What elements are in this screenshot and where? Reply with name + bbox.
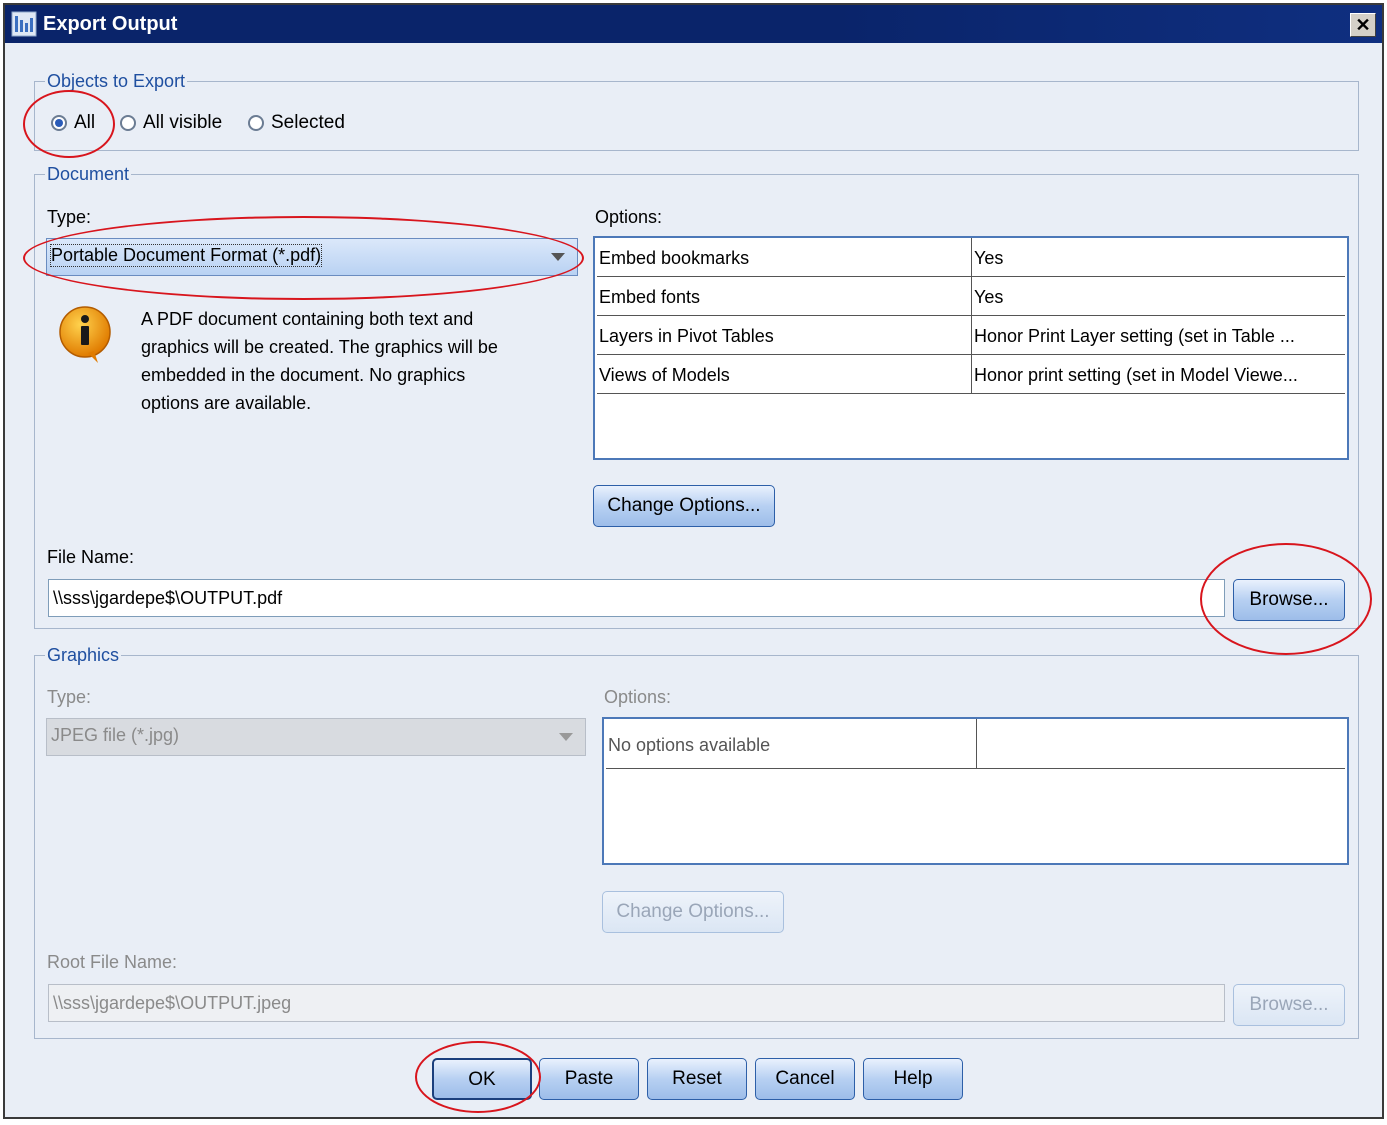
- table-row: No options available: [606, 719, 1345, 769]
- option-name-cell: No options available: [608, 735, 771, 755]
- option-name-cell: Layers in Pivot Tables: [599, 326, 774, 346]
- chevron-down-icon: [551, 253, 565, 261]
- document-browse-button[interactable]: Browse...: [1233, 579, 1345, 621]
- table-row[interactable]: Embed fonts Yes: [597, 277, 1345, 316]
- export-output-dialog: Export Output ✕ Objects to Export All Al…: [3, 3, 1384, 1119]
- document-options-table: Embed bookmarks Yes Embed fonts Yes Laye…: [593, 236, 1349, 460]
- window-title: Export Output: [43, 13, 178, 35]
- graphics-change-options-button[interactable]: Change Options...: [602, 891, 784, 933]
- radio-selected[interactable]: Selected: [248, 112, 345, 134]
- document-type-select[interactable]: Portable Document Format (*.pdf): [46, 238, 578, 276]
- document-legend: Document: [45, 164, 132, 184]
- ok-button[interactable]: OK: [432, 1058, 532, 1100]
- radio-all-visible-indicator[interactable]: [120, 115, 136, 131]
- app-icon: [11, 11, 37, 37]
- document-type-label: Type:: [47, 207, 92, 227]
- title-bar[interactable]: Export Output ✕: [5, 5, 1382, 43]
- document-options-label: Options:: [595, 207, 663, 227]
- table-row[interactable]: Views of Models Honor print setting (set…: [597, 355, 1345, 394]
- graphics-type-select[interactable]: JPEG file (*.jpg): [46, 718, 586, 756]
- info-icon: [59, 306, 111, 363]
- option-value-cell[interactable]: Honor Print Layer setting (set in Table …: [971, 316, 1345, 355]
- objects-to-export-group: Objects to Export: [34, 71, 1359, 151]
- chevron-down-icon: [559, 733, 573, 741]
- graphics-type-value: JPEG file (*.jpg): [51, 725, 180, 745]
- graphics-options-table: No options available: [602, 717, 1349, 865]
- root-file-name-field[interactable]: \\sss\jgardepe$\OUTPUT.jpeg: [48, 984, 1225, 1022]
- option-name-cell: Embed bookmarks: [599, 248, 750, 268]
- table-row[interactable]: Embed bookmarks Yes: [597, 238, 1345, 277]
- close-button[interactable]: ✕: [1350, 13, 1376, 37]
- info-line: A PDF document containing both text and: [141, 309, 474, 329]
- option-name-cell: Embed fonts: [599, 287, 701, 307]
- help-button[interactable]: Help: [863, 1058, 963, 1100]
- file-name-field[interactable]: \\sss\jgardepe$\OUTPUT.pdf: [48, 579, 1225, 617]
- table-row[interactable]: Layers in Pivot Tables Honor Print Layer…: [597, 316, 1345, 355]
- radio-selected-indicator[interactable]: [248, 115, 264, 131]
- option-value-cell[interactable]: Yes: [971, 238, 1345, 277]
- objects-to-export-legend: Objects to Export: [45, 71, 188, 91]
- radio-all-label: All: [74, 112, 96, 133]
- radio-all-visible-label: All visible: [143, 112, 223, 133]
- radio-all-indicator[interactable]: [51, 115, 67, 131]
- info-line: graphics will be created. The graphics w…: [141, 337, 498, 357]
- document-info-text: A PDF document containing both text and …: [141, 305, 498, 417]
- document-change-options-button[interactable]: Change Options...: [593, 485, 775, 527]
- radio-all-visible[interactable]: All visible: [120, 112, 222, 134]
- reset-button[interactable]: Reset: [647, 1058, 747, 1100]
- graphics-type-label: Type:: [47, 687, 92, 707]
- info-line: options are available.: [141, 393, 312, 413]
- option-value-cell[interactable]: Yes: [971, 277, 1345, 316]
- graphics-legend: Graphics: [45, 645, 122, 665]
- radio-all[interactable]: All: [51, 112, 95, 134]
- option-name-cell: Views of Models: [599, 365, 730, 385]
- cancel-button[interactable]: Cancel: [755, 1058, 855, 1100]
- info-line: embedded in the document. No graphics: [141, 365, 466, 385]
- document-type-value: Portable Document Format (*.pdf): [49, 244, 323, 267]
- graphics-options-label: Options:: [604, 687, 672, 707]
- option-value-cell[interactable]: Honor print setting (set in Model Viewe.…: [971, 355, 1345, 394]
- graphics-browse-button[interactable]: Browse...: [1233, 984, 1345, 1026]
- root-file-name-label: Root File Name:: [47, 952, 178, 972]
- file-name-label: File Name:: [47, 547, 135, 567]
- radio-selected-label: Selected: [271, 112, 345, 133]
- option-value-cell: [976, 719, 1345, 769]
- paste-button[interactable]: Paste: [539, 1058, 639, 1100]
